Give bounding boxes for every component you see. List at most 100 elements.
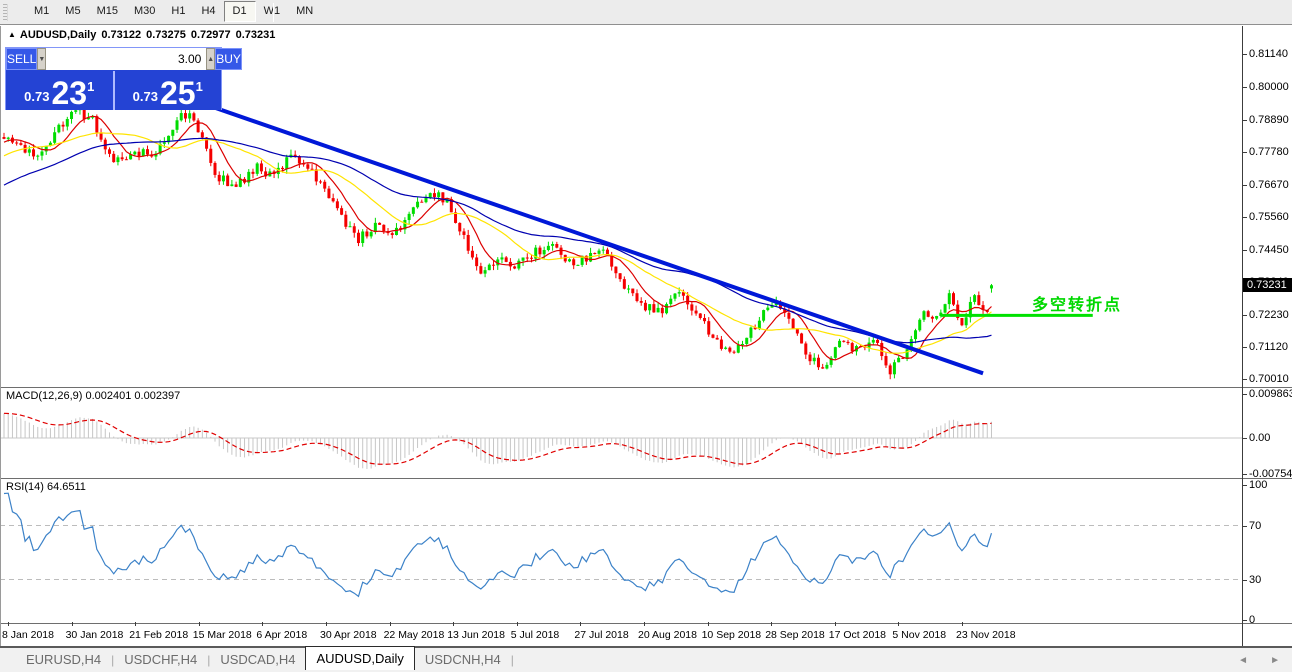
macd-axis-tick <box>1242 438 1247 439</box>
volume-decrease-button[interactable]: ▼ <box>37 48 46 70</box>
sell-price-pip: 1 <box>87 79 94 94</box>
candle-body <box>475 257 478 266</box>
timeframe-button-m1[interactable]: M1 <box>26 1 57 22</box>
collapse-triangle-icon[interactable]: ▲ <box>8 30 16 39</box>
candle-body <box>741 344 744 345</box>
candle-body <box>184 113 187 118</box>
timeframe-button-h1[interactable]: H1 <box>163 1 193 22</box>
ohlc-close: 0.73231 <box>236 29 276 41</box>
candle-body <box>484 270 487 273</box>
macd-indicator-canvas[interactable] <box>0 388 1242 477</box>
timeframe-button-m30[interactable]: M30 <box>126 1 163 22</box>
rsi-line <box>4 493 991 596</box>
date-axis-label: 15 Mar 2018 <box>193 629 252 641</box>
candle-body <box>319 181 322 182</box>
candle-body <box>847 342 850 343</box>
tab-scroll-left-icon[interactable]: ◄ <box>1238 655 1248 666</box>
date-axis-tick <box>453 622 454 626</box>
chart-tab-eurusd-h4[interactable]: EURUSD,H4 <box>16 649 111 671</box>
candle-body <box>598 251 601 254</box>
candle-body <box>391 233 394 235</box>
candle-body <box>437 192 440 197</box>
candle-body <box>602 250 605 251</box>
candle-body <box>505 257 508 262</box>
candle-body <box>543 250 546 254</box>
candle-body <box>749 328 752 338</box>
volume-input[interactable] <box>46 48 206 70</box>
date-axis-tick <box>262 622 263 626</box>
candle-body <box>796 329 799 334</box>
chart-annotation-text: 多空转折点 <box>1032 291 1122 315</box>
candle-body <box>724 348 727 349</box>
candle-body <box>547 246 550 250</box>
candle-body <box>62 125 65 127</box>
toolbar-grip-handle[interactable] <box>3 4 8 21</box>
date-axis-label: 23 Nov 2018 <box>956 629 1016 641</box>
candle-body <box>737 345 740 353</box>
candle-body <box>171 130 174 136</box>
ohlc-high: 0.73275 <box>146 29 186 41</box>
candle-body <box>914 330 917 339</box>
candle-body <box>699 313 702 317</box>
candle-body <box>918 320 921 331</box>
candle-body <box>441 192 444 202</box>
pane-splitter-macd[interactable] <box>0 386 1292 388</box>
chart-tab-usdchf-h4[interactable]: USDCHF,H4 <box>114 649 207 671</box>
candle-body <box>931 317 934 319</box>
rsi-indicator-canvas[interactable] <box>0 479 1242 624</box>
price-axis-tick <box>1242 54 1247 55</box>
candle-body <box>327 189 330 199</box>
one-click-trading-panel: SELL ▼ ▲ BUY 0.73 23 1 0.73 25 1 <box>5 47 222 110</box>
sell-button[interactable]: SELL <box>6 48 37 70</box>
date-axis-label: 5 Nov 2018 <box>892 629 946 641</box>
candle-body <box>370 232 373 236</box>
timeframe-buttons: M1M5M15M30H1H4D1W1MN <box>26 0 321 25</box>
volume-increase-button[interactable]: ▲ <box>206 48 215 70</box>
price-axis-tick <box>1242 250 1247 251</box>
candle-body <box>636 293 639 301</box>
chart-tab-bar: EURUSD,H4|USDCHF,H4|USDCAD,H4AUDUSD,Dail… <box>0 646 1292 672</box>
candle-body <box>551 244 554 246</box>
candle-body <box>842 341 845 342</box>
chart-tab-audusd-daily[interactable]: AUDUSD,Daily <box>305 646 414 670</box>
candle-body <box>880 343 883 356</box>
pane-splitter-rsi[interactable] <box>0 477 1292 479</box>
candle-body <box>488 265 491 270</box>
sell-price-quote[interactable]: 0.73 23 1 <box>6 71 115 110</box>
timeframe-button-mn[interactable]: MN <box>288 1 321 22</box>
candle-body <box>256 163 259 173</box>
candle-body <box>745 338 748 344</box>
buy-button[interactable]: BUY <box>215 48 242 70</box>
buy-price-quote[interactable]: 0.73 25 1 <box>115 71 222 110</box>
candle-body <box>766 308 769 310</box>
ohlc-open: 0.73122 <box>101 29 141 41</box>
candle-body <box>872 340 875 343</box>
candle-body <box>226 176 229 187</box>
rsi-axis-label: 0 <box>1249 614 1255 626</box>
timeframe-button-m15[interactable]: M15 <box>89 1 126 22</box>
candle-body <box>716 338 719 340</box>
timeframe-button-w1[interactable]: W1 <box>256 1 289 22</box>
symbol-title: ▲AUDUSD,Daily0.731220.732750.729770.7323… <box>8 29 275 41</box>
chart-tab-usdcad-h4[interactable]: USDCAD,H4 <box>210 649 305 671</box>
candle-body <box>935 316 938 319</box>
candle-body <box>425 198 428 202</box>
price-axis-label: 0.80000 <box>1249 81 1289 93</box>
price-axis-tick <box>1242 347 1247 348</box>
tab-scroll-right-icon[interactable]: ► <box>1270 655 1280 666</box>
timeframe-button-m5[interactable]: M5 <box>57 1 88 22</box>
candle-body <box>163 142 166 143</box>
candle-body <box>32 149 35 156</box>
candle-body <box>281 168 284 169</box>
timeframe-button-h4[interactable]: H4 <box>193 1 223 22</box>
candle-body <box>209 149 212 163</box>
candle-body <box>652 304 655 312</box>
chart-left-border <box>0 26 1 646</box>
date-axis-label: 5 Jul 2018 <box>511 629 559 641</box>
candle-body <box>530 258 533 259</box>
price-axis-label: 0.81140 <box>1249 48 1288 60</box>
timeframe-button-d1[interactable]: D1 <box>224 1 256 22</box>
candle-body <box>927 311 930 317</box>
candle-body <box>192 113 195 120</box>
chart-tab-usdcnh-h4[interactable]: USDCNH,H4 <box>415 649 511 671</box>
